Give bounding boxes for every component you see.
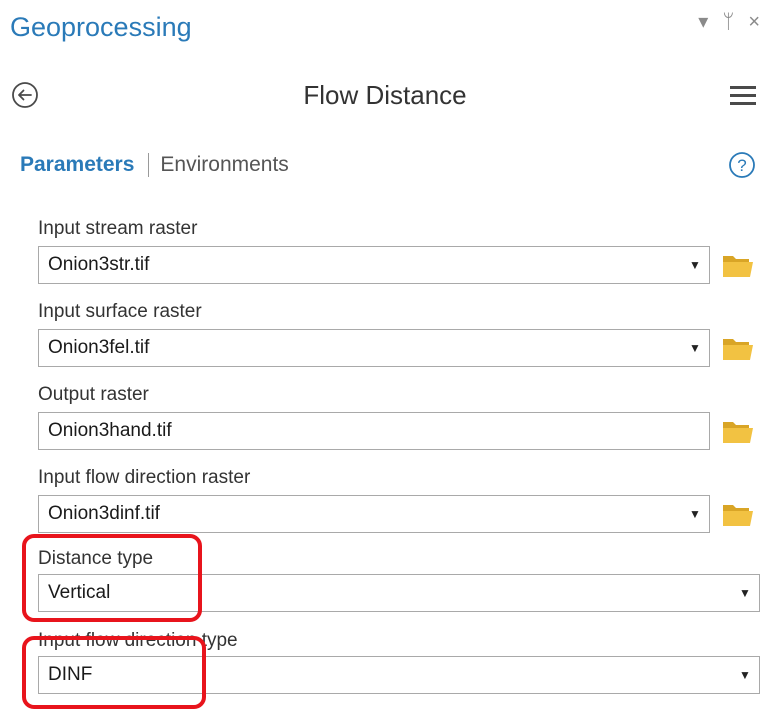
chevron-down-icon[interactable]: ▼	[685, 341, 705, 355]
input-flow-direction-raster-label: Input flow direction raster	[38, 467, 251, 488]
folder-icon[interactable]	[722, 501, 754, 527]
tab-environments[interactable]: Environments	[160, 153, 288, 177]
output-raster-label: Output raster	[38, 384, 149, 405]
distance-type-label: Distance type	[38, 548, 154, 569]
help-question-icon: ?	[729, 152, 755, 178]
chevron-down-icon[interactable]: ▼	[735, 586, 755, 600]
folder-icon[interactable]	[722, 418, 754, 444]
output-raster-value: Onion3hand.tif	[48, 420, 172, 441]
pane-title: Geoprocessing	[10, 12, 192, 42]
hamburger-menu-icon	[730, 86, 756, 89]
distance-type-select[interactable]: Vertical ▼	[38, 574, 760, 612]
distance-type-value: Vertical	[48, 582, 111, 603]
input-stream-raster-field[interactable]: Onion3str.tif ▼	[38, 246, 710, 284]
close-icon[interactable]: ×	[748, 12, 760, 32]
folder-icon[interactable]	[722, 252, 754, 278]
title-controls: ▾ ᛘ ×	[698, 12, 760, 32]
input-stream-raster-value: Onion3str.tif	[48, 254, 150, 275]
input-flow-direction-raster-value: Onion3dinf.tif	[48, 503, 160, 524]
chevron-down-icon[interactable]: ▼	[685, 507, 705, 521]
chevron-down-icon[interactable]: ▼	[735, 668, 755, 682]
tab-divider	[148, 153, 150, 177]
chevron-down-icon[interactable]: ▼	[685, 258, 705, 272]
tool-title: Flow Distance	[303, 80, 467, 110]
input-stream-raster-label: Input stream raster	[38, 218, 198, 239]
folder-icon[interactable]	[722, 335, 754, 361]
input-flow-direction-type-label: Input flow direction type	[38, 630, 238, 651]
input-surface-raster-value: Onion3fel.tif	[48, 337, 150, 358]
input-flow-direction-raster-field[interactable]: Onion3dinf.tif ▼	[38, 495, 710, 533]
pin-icon[interactable]: ᛘ	[722, 12, 734, 32]
input-flow-direction-type-select[interactable]: DINF ▼	[38, 656, 760, 694]
tab-parameters[interactable]: Parameters	[20, 153, 134, 177]
svg-text:?: ?	[737, 156, 746, 175]
pane-options-dropdown-icon[interactable]: ▾	[698, 12, 708, 32]
geoprocessing-pane: Geoprocessing ▾ ᛘ × Flow Distance Parame…	[0, 0, 770, 717]
help-button[interactable]: ?	[728, 151, 756, 179]
tool-tabs: Parameters Environments	[20, 153, 289, 177]
input-surface-raster-field[interactable]: Onion3fel.tif ▼	[38, 329, 710, 367]
back-button[interactable]	[10, 80, 40, 110]
output-raster-field[interactable]: Onion3hand.tif	[38, 412, 710, 450]
input-surface-raster-label: Input surface raster	[38, 301, 202, 322]
input-flow-direction-type-value: DINF	[48, 664, 93, 685]
back-arrow-icon	[12, 82, 38, 108]
tool-menu-button[interactable]	[730, 86, 756, 106]
